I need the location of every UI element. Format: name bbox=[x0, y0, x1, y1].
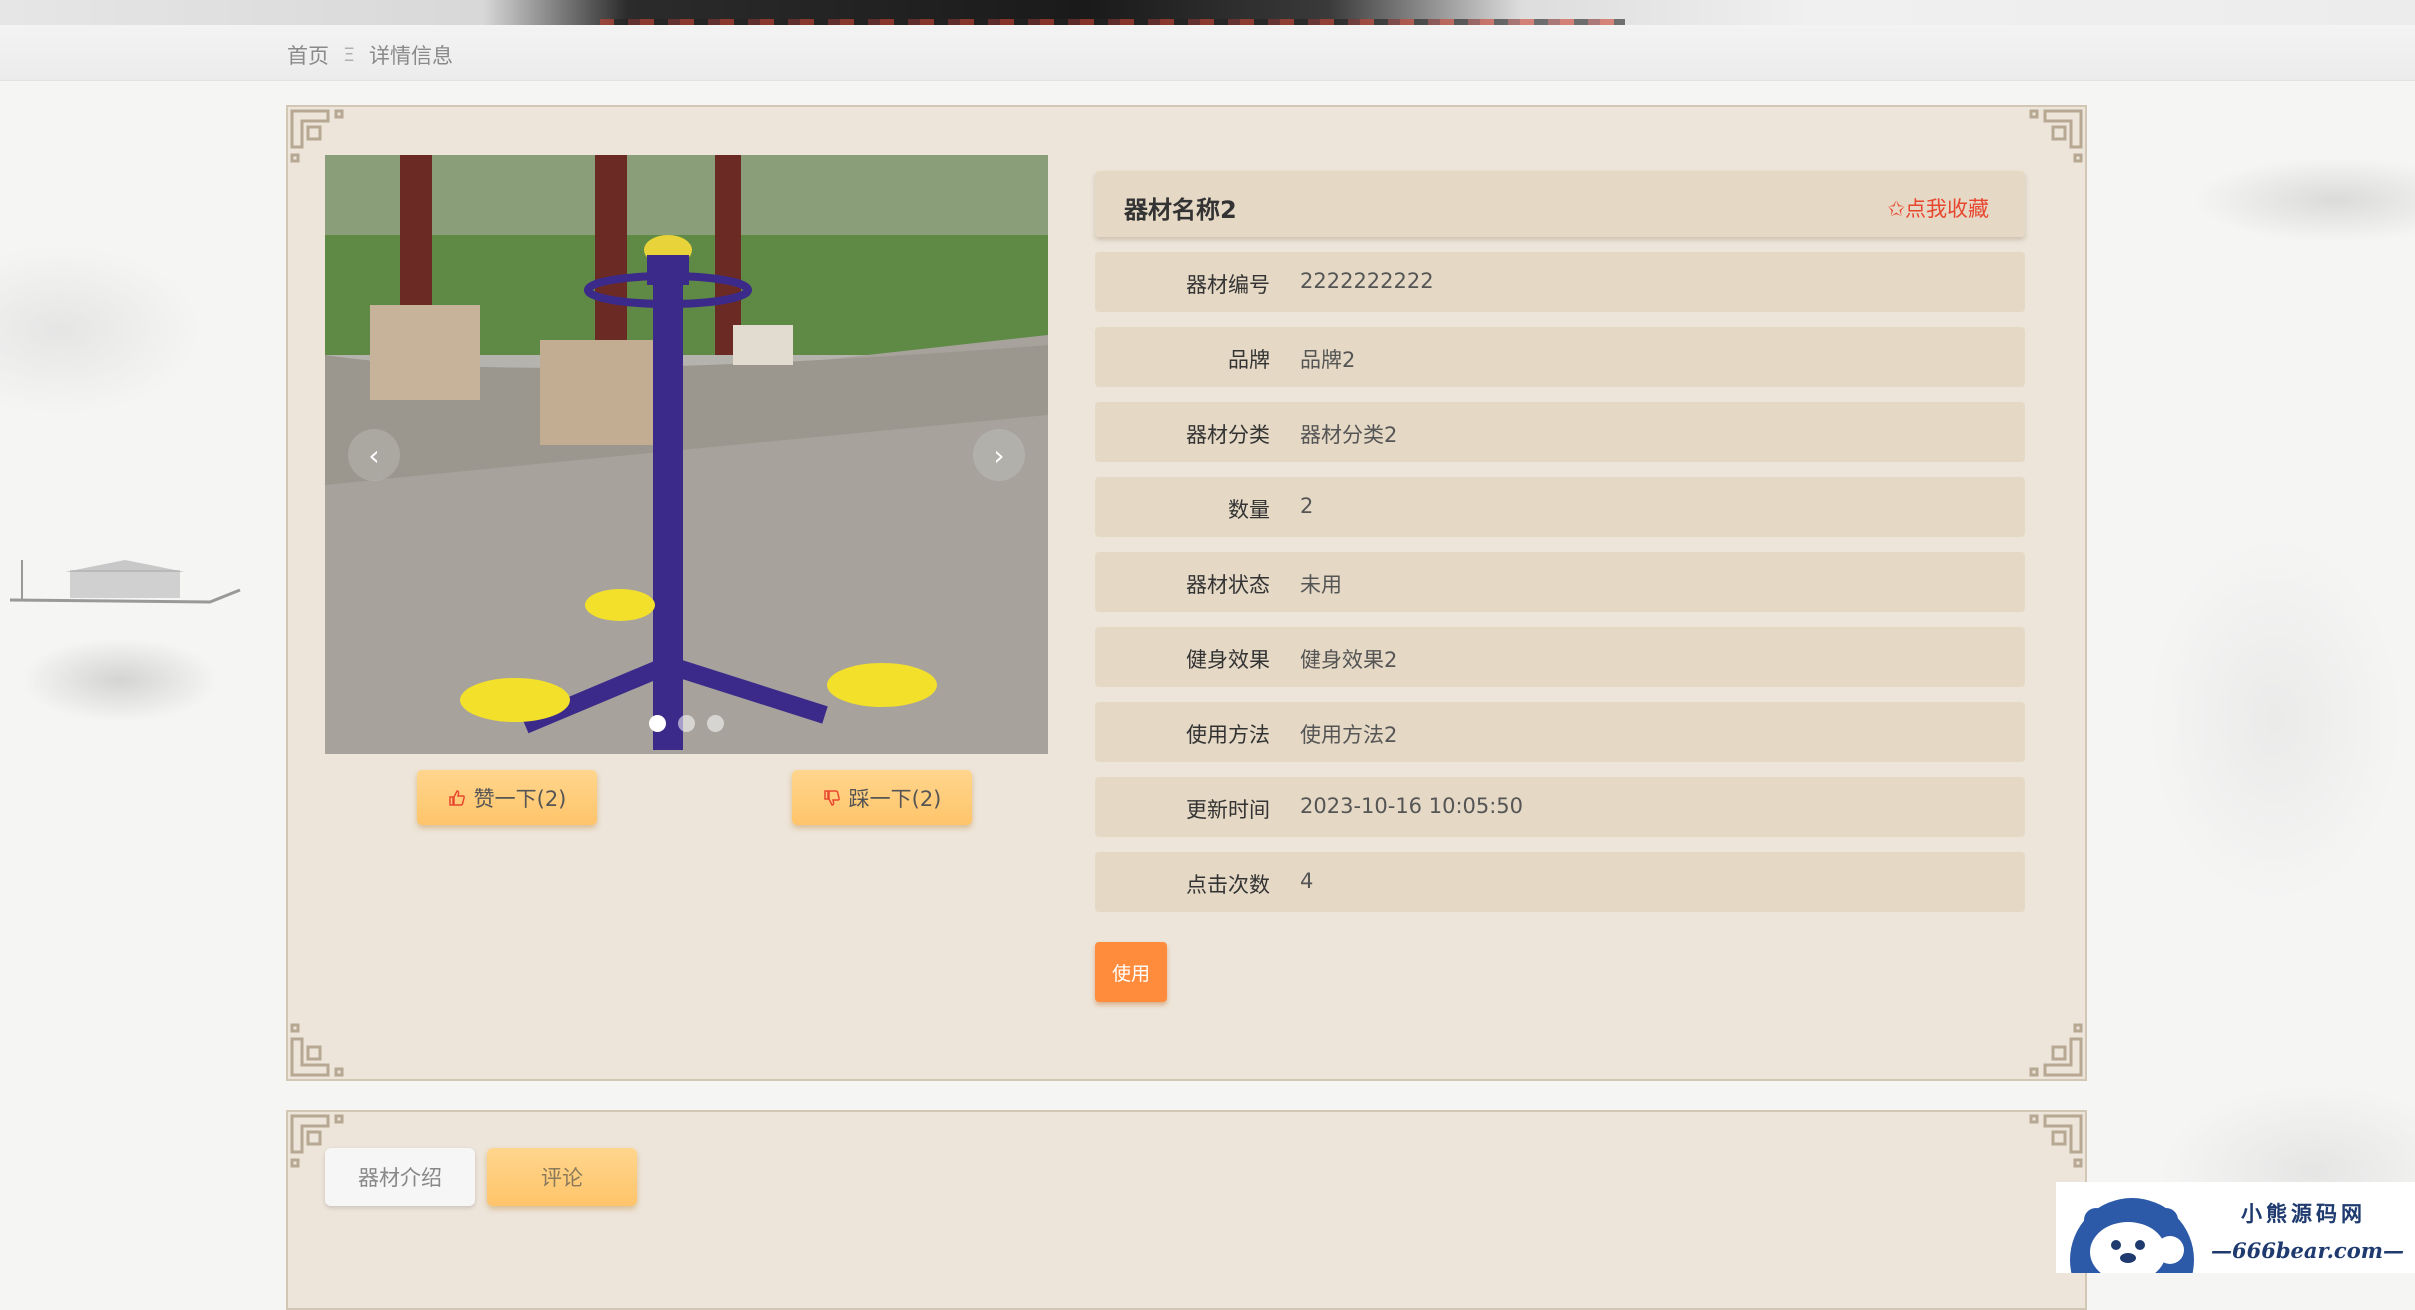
info-row-brand: 品牌 品牌2 bbox=[1095, 327, 2025, 387]
carousel-dot[interactable] bbox=[707, 715, 724, 732]
tab-comments[interactable]: 评论 bbox=[487, 1148, 637, 1206]
boat-painting bbox=[10, 560, 241, 604]
site-watermark: 小熊源码网 —666bear.com— bbox=[2056, 1182, 2415, 1273]
bear-logo-icon bbox=[2070, 1198, 2194, 1273]
field-label: 数量 bbox=[1228, 498, 1270, 522]
equipment-name: 器材名称2 bbox=[1124, 196, 1237, 224]
field-label: 点击次数 bbox=[1186, 873, 1270, 897]
field-label: 使用方法 bbox=[1186, 723, 1270, 747]
info-row-quantity: 数量 2 bbox=[1095, 477, 2025, 537]
field-label: 健身效果 bbox=[1186, 648, 1270, 672]
corner-ornament bbox=[2027, 1021, 2085, 1079]
equipment-title-row: 器材名称2 ✩点我收藏 bbox=[1095, 171, 2025, 237]
field-value: 器材分类2 bbox=[1300, 423, 1398, 447]
info-row-status: 器材状态 未用 bbox=[1095, 552, 2025, 612]
carousel-indicators bbox=[649, 715, 724, 732]
top-banner-image bbox=[0, 0, 2415, 25]
breadcrumb-bar: 首页 Ξ 详情信息 bbox=[0, 25, 2415, 81]
breadcrumb-separator: Ξ bbox=[343, 44, 356, 66]
carousel-dot[interactable] bbox=[678, 715, 695, 732]
field-value: 品牌2 bbox=[1300, 348, 1356, 372]
field-value: 未用 bbox=[1300, 573, 1342, 597]
tab-equipment-intro[interactable]: 器材介绍 bbox=[325, 1148, 475, 1206]
detail-panel: ‹ › 赞一下(2) 踩一下(2) 器材名称2 ✩点我收藏 器材编号 22222… bbox=[286, 105, 2087, 1081]
field-value: 2222222222 bbox=[1300, 269, 1434, 293]
watermark-site-name: 小熊源码网 bbox=[2241, 1201, 2366, 1226]
breadcrumb: 首页 Ξ 详情信息 bbox=[287, 40, 453, 70]
field-value: 2 bbox=[1300, 494, 1314, 518]
like-button[interactable]: 赞一下(2) bbox=[417, 770, 597, 825]
field-label: 更新时间 bbox=[1186, 798, 1270, 822]
field-value: 4 bbox=[1300, 869, 1314, 893]
field-value: 使用方法2 bbox=[1300, 723, 1398, 747]
field-label: 器材分类 bbox=[1186, 423, 1270, 447]
equipment-photo bbox=[325, 155, 1048, 754]
field-value: 健身效果2 bbox=[1300, 648, 1398, 672]
carousel-prev-button[interactable]: ‹ bbox=[348, 429, 400, 481]
carousel-next-button[interactable]: › bbox=[973, 429, 1025, 481]
like-label: 赞一下(2) bbox=[473, 786, 567, 811]
info-row-category: 器材分类 器材分类2 bbox=[1095, 402, 2025, 462]
field-label: 器材状态 bbox=[1186, 573, 1270, 597]
info-row-code: 器材编号 2222222222 bbox=[1095, 252, 2025, 312]
breadcrumb-home-link[interactable]: 首页 bbox=[287, 40, 329, 70]
corner-ornament bbox=[2027, 1112, 2085, 1170]
info-row-clicks: 点击次数 4 bbox=[1095, 852, 2025, 912]
dislike-button[interactable]: 踩一下(2) bbox=[792, 770, 972, 825]
field-label: 器材编号 bbox=[1186, 273, 1270, 297]
corner-ornament bbox=[288, 1021, 346, 1079]
use-button[interactable]: 使用 bbox=[1095, 942, 1167, 1002]
field-value: 2023-10-16 10:05:50 bbox=[1300, 794, 1524, 818]
thumbs-down-icon bbox=[823, 789, 840, 806]
carousel-dot[interactable] bbox=[649, 715, 666, 732]
dislike-label: 踩一下(2) bbox=[848, 786, 942, 811]
corner-ornament bbox=[2027, 107, 2085, 165]
thumbs-up-icon bbox=[448, 789, 465, 806]
info-row-effect: 健身效果 健身效果2 bbox=[1095, 627, 2025, 687]
tabs-panel: 器材介绍 评论 bbox=[286, 1110, 2087, 1310]
info-row-updated: 更新时间 2023-10-16 10:05:50 bbox=[1095, 777, 2025, 837]
breadcrumb-current: 详情信息 bbox=[369, 44, 454, 68]
field-label: 品牌 bbox=[1228, 348, 1270, 372]
favorite-button[interactable]: ✩点我收藏 bbox=[1887, 193, 1989, 223]
watermark-site-url: —666bear.com— bbox=[2211, 1238, 2404, 1263]
image-carousel[interactable]: ‹ › bbox=[325, 155, 1048, 754]
info-row-usage: 使用方法 使用方法2 bbox=[1095, 702, 2025, 762]
